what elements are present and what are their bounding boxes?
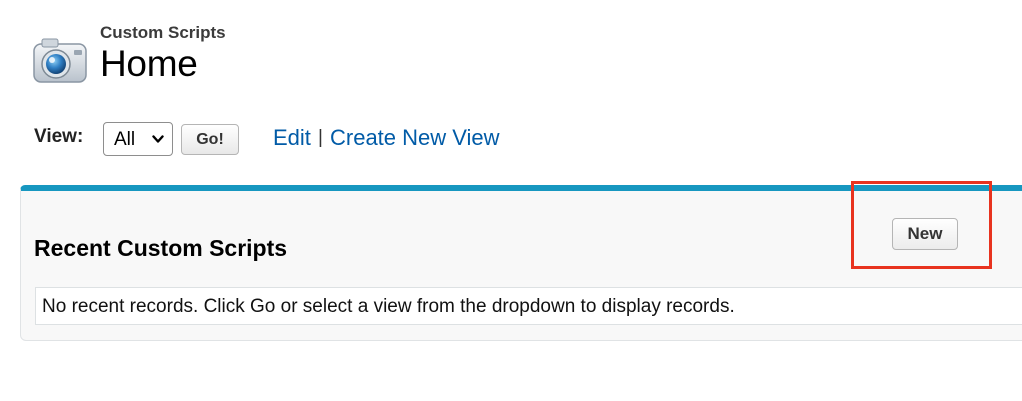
empty-records-row: No recent records. Click Go or select a … (35, 287, 1022, 325)
link-separator: | (318, 127, 323, 148)
highlight-box (851, 181, 992, 269)
camera-icon (32, 34, 88, 86)
panel-title: Recent Custom Scripts (34, 235, 288, 261)
view-label: View: (34, 126, 84, 147)
edit-view-link[interactable]: Edit (273, 125, 311, 151)
view-select-value: All (114, 129, 136, 150)
object-type-label: Custom Scripts (100, 23, 226, 42)
empty-records-message: No recent records. Click Go or select a … (42, 296, 735, 317)
page-title: Home (100, 43, 198, 84)
go-button[interactable]: Go! (181, 124, 239, 155)
chevron-down-icon (152, 135, 164, 143)
view-select[interactable]: All (103, 122, 173, 156)
page-header: Custom Scripts Home (32, 16, 432, 86)
view-filter-bar: View: All Go! Edit | Create New View (34, 121, 734, 157)
create-new-view-link[interactable]: Create New View (330, 125, 500, 151)
